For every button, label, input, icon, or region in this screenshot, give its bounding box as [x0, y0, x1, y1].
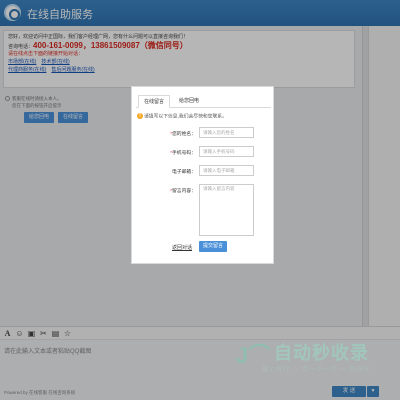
name-label-text: 您的姓名：	[172, 132, 196, 137]
content-label-text: 留言内容：	[172, 189, 196, 194]
watermark: J⌒ 自动秒收录 做上排行 一 单一访一次 一 回问率	[236, 336, 376, 378]
email-input[interactable]	[199, 165, 254, 176]
email-label: 电子邮箱：	[172, 170, 196, 175]
watermark-text: 自动秒收录	[274, 343, 369, 363]
phone-label-field: *手机号码：	[170, 149, 196, 156]
dialog-notice-text: 请填写以下信息,我们会尽快和您联系。	[144, 114, 227, 120]
tab-leave-message[interactable]: 在线留言	[138, 95, 170, 108]
content-label: *留言内容：	[170, 187, 196, 194]
leave-message-dialog: 在线留言 给您回电 !请填写以下信息,我们会尽快和您联系。 *您的姓名： *手机…	[131, 86, 274, 264]
dialog-tabs: 在线留言 给您回电	[136, 95, 271, 108]
tab-callback[interactable]: 给您回电	[172, 95, 206, 108]
phone-input[interactable]	[199, 146, 254, 157]
phone-label-text: 手机号码：	[172, 151, 196, 156]
dialog-notice: ! 请填写以下信息,我们会尽快和您联系。	[137, 113, 227, 120]
name-input[interactable]	[199, 127, 254, 138]
warning-icon: !	[137, 113, 143, 119]
submit-message-button[interactable]: 提交留言	[199, 241, 227, 252]
name-label: *您的姓名：	[170, 130, 196, 137]
watermark-sub: 做上排行 一 单一访一次 一 回问率	[262, 367, 371, 373]
back-to-chat-link[interactable]: 返回对话	[172, 244, 192, 251]
message-content-textarea[interactable]	[199, 184, 254, 236]
